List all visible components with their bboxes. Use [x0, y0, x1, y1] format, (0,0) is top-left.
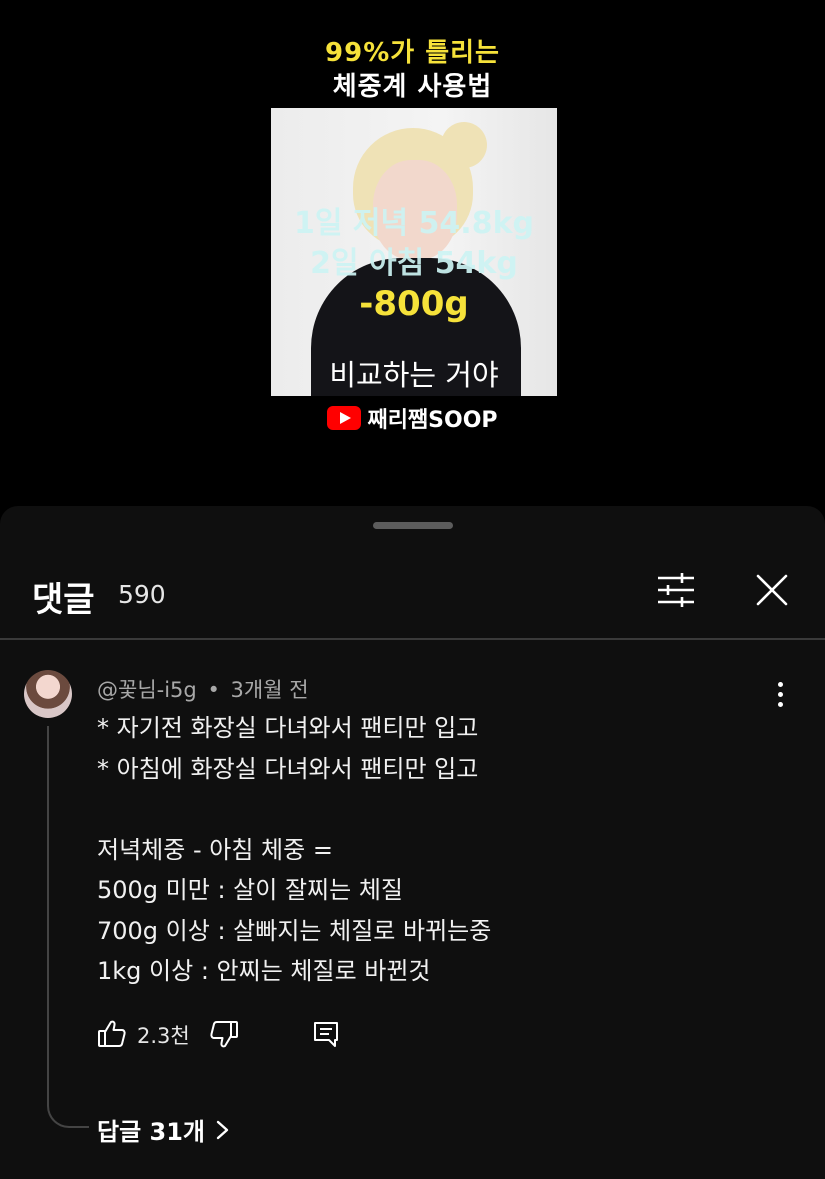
reply-icon — [314, 1022, 338, 1047]
more-options-button[interactable] — [762, 676, 798, 712]
video-title-line2: 체중계 사용법 — [332, 72, 493, 102]
comment-line: 700g 이상 : 살빠지는 체질로 바뀌는중 — [97, 916, 492, 945]
person-hair-bun — [441, 122, 487, 168]
dislike-button[interactable] — [209, 1014, 239, 1054]
comment-line: * 아침에 화장실 다녀와서 팬티만 입고 — [97, 754, 479, 783]
comment-line: 저녁체중 - 아침 체중 = — [97, 835, 333, 864]
close-button[interactable] — [750, 568, 794, 612]
reply-button[interactable] — [311, 1014, 341, 1054]
comment-line: 1kg 이상 : 안찌는 체질로 바뀐것 — [97, 957, 431, 985]
overlay-weight-difference: -800g — [359, 284, 469, 324]
comment-item: @꽃님-i5g • 3개월 전 * 자기전 화장실 다녀와서 팬티만 입고 * … — [0, 666, 825, 1166]
reply-thread-line — [47, 726, 89, 1128]
like-count: 2.3천 — [137, 1024, 190, 1048]
view-replies-button[interactable]: 답글 31개 — [97, 1112, 231, 1147]
comments-count: 590 — [118, 580, 166, 609]
meta-separator: • — [207, 678, 220, 702]
video-frame[interactable]: 1일 저녁 54.8kg 2일 아침 54kg -800g 비교하는 거야 — [271, 108, 557, 396]
drag-handle[interactable] — [373, 522, 453, 529]
comments-header: 댓글 590 — [0, 566, 825, 626]
video-title-line1: 99%가 틀리는 — [325, 38, 500, 68]
more-vertical-icon-dot — [777, 691, 783, 697]
overlay-weight-evening: 1일 저녁 54.8kg — [293, 206, 534, 241]
comment-author[interactable]: @꽃님-i5g — [97, 678, 197, 702]
comment-time: 3개월 전 — [230, 678, 309, 702]
comment-line-blank — [97, 789, 777, 830]
filter-sliders-icon — [658, 573, 694, 607]
overlay-weight-morning: 2일 아침 54kg — [310, 246, 518, 281]
chevron-right-icon — [216, 1120, 229, 1139]
youtube-logo-icon — [327, 406, 362, 430]
thumbs-down-icon — [210, 1021, 238, 1048]
header-divider — [0, 638, 825, 640]
channel-brand-text: 째리쨈SOOP — [367, 408, 498, 433]
more-vertical-icon — [777, 681, 783, 687]
comments-title: 댓글 — [32, 580, 95, 620]
thumbs-up-icon — [98, 1020, 126, 1047]
more-vertical-icon-dot — [777, 701, 783, 707]
channel-brand: 째리쨈SOOP — [0, 402, 825, 434]
avatar[interactable] — [24, 670, 72, 718]
close-icon — [756, 574, 788, 606]
comment-text: * 자기전 화장실 다녀와서 팬티만 입고 * 아침에 화장실 다녀와서 팬티만… — [97, 708, 777, 992]
comment-meta: @꽃님-i5g • 3개월 전 — [97, 674, 309, 704]
comment-line: 500g 미만 : 살이 잘찌는 체질 — [97, 876, 403, 904]
video-player[interactable]: 99%가 틀리는 체중계 사용법 1일 저녁 54.8kg 2일 아침 54kg… — [0, 0, 825, 510]
comments-sheet: 댓글 590 @꽃님-i5g • 3개월 전 * 자기전 화장실 다녀와서 팬티… — [0, 506, 825, 1179]
replies-label: 답글 31개 — [97, 1118, 205, 1146]
comment-line: * 자기전 화장실 다녀와서 팬티만 입고 — [97, 714, 479, 742]
filter-button[interactable] — [654, 568, 698, 612]
comment-actions: 2.3천 — [97, 1014, 497, 1054]
video-caption: 비교하는 거야 — [329, 358, 499, 392]
like-button[interactable] — [97, 1014, 127, 1054]
